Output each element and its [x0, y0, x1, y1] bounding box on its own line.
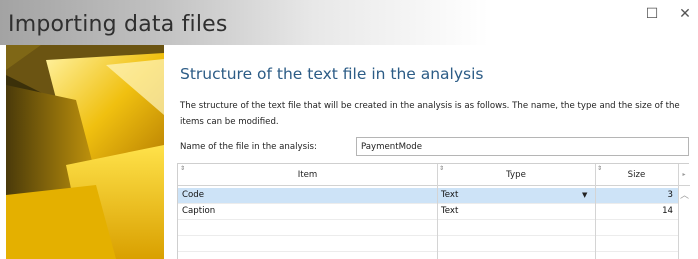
row-divider — [178, 219, 678, 220]
maximize-icon[interactable]: ☐ — [640, 4, 664, 24]
wizard-content: Structure of the text file in the analys… — [177, 45, 698, 259]
header-arrow-icon: ▸ — [682, 171, 686, 178]
section-description: The structure of the text file that will… — [180, 101, 680, 127]
row-divider — [178, 251, 678, 252]
section-heading: Structure of the text file in the analys… — [180, 65, 484, 83]
column-header-type[interactable]: ⇕ Type — [437, 164, 595, 186]
table-row[interactable]: Caption Text 14 — [178, 204, 678, 219]
cell-item[interactable]: Caption — [182, 206, 215, 216]
column-separator — [437, 164, 438, 259]
title-bar: Importing data files ☐ ✕ — [0, 0, 698, 45]
file-name-label: Name of the file in the analysis: — [180, 142, 317, 152]
scroll-up-icon[interactable]: ︿ — [679, 191, 690, 201]
cell-type[interactable]: Text — [441, 190, 458, 200]
column-separator — [595, 164, 596, 259]
cell-size[interactable]: 14 — [595, 206, 673, 216]
row-divider — [178, 235, 678, 236]
wizard-side-image — [6, 45, 164, 259]
window-title: Importing data files — [8, 12, 228, 37]
cell-type[interactable]: Text — [441, 206, 458, 216]
file-name-input[interactable] — [356, 137, 689, 156]
dropdown-arrow-icon[interactable]: ▼ — [582, 191, 587, 199]
close-icon[interactable]: ✕ — [673, 4, 697, 24]
cell-size[interactable]: 3 — [595, 190, 673, 200]
cell-item[interactable]: Code — [182, 190, 204, 200]
column-header-size[interactable]: ⇕ Size — [595, 164, 678, 186]
structure-table: ⇕ Item ⇕ Type ⇕ Size ▸ Code Text ▼ 3 Cap… — [177, 163, 690, 259]
column-header-item[interactable]: ⇕ Item — [178, 164, 437, 186]
column-separator — [678, 164, 679, 259]
table-row[interactable]: Code Text ▼ 3 — [178, 188, 678, 203]
